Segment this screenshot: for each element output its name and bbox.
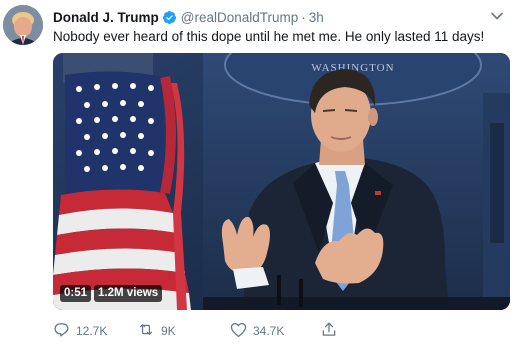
tweet-header: Donald J. Trump @realDonaldTrump · 3h	[53, 8, 504, 26]
reply-count: 12.7K	[76, 324, 108, 338]
like-count: 34.7K	[253, 324, 285, 338]
verified-badge-icon	[162, 10, 177, 25]
reply-button[interactable]: 12.7K	[53, 321, 107, 341]
avatar-image	[3, 5, 43, 45]
retweet-icon	[137, 321, 155, 341]
tweet-text: Nobody ever heard of this dope until he …	[53, 29, 485, 44]
share-icon	[321, 321, 337, 341]
video-badges: 0:51 1.2M views	[60, 285, 163, 302]
video-duration: 0:51	[60, 285, 92, 302]
video-views: 1.2M views	[94, 285, 163, 302]
like-button[interactable]: 34.7K	[230, 322, 284, 341]
video-frame: WASHINGTON	[53, 53, 510, 310]
share-button[interactable]	[321, 321, 337, 341]
chevron-down-icon[interactable]	[490, 9, 504, 23]
header-separator: ·	[301, 9, 306, 25]
heart-icon	[230, 322, 247, 341]
author-name[interactable]: Donald J. Trump	[53, 10, 159, 25]
retweet-button[interactable]: 9K	[137, 321, 176, 341]
author-handle[interactable]: @realDonaldTrump	[181, 10, 299, 25]
avatar[interactable]	[3, 5, 43, 45]
reply-icon	[53, 321, 70, 341]
video-player[interactable]: WASHINGTON 0:51 1.2M views	[53, 53, 510, 310]
tweet-timestamp[interactable]: 3h	[309, 10, 324, 25]
tweet-actions: 12.7K 9K 34.7K	[53, 320, 353, 342]
retweet-count: 9K	[161, 324, 176, 338]
flag	[53, 71, 191, 310]
